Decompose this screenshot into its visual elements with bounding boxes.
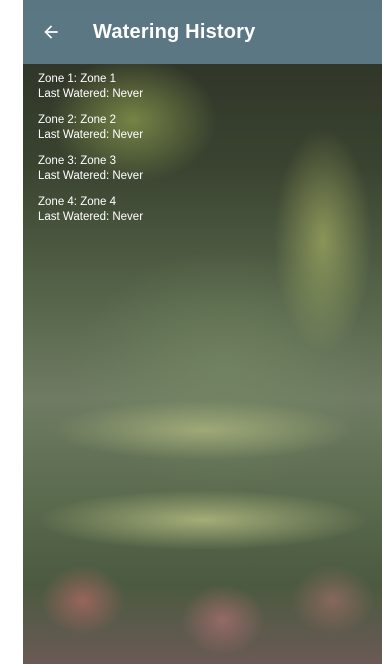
- zone-last-watered: Last Watered: Never: [38, 210, 144, 223]
- zone-item[interactable]: Zone 3: Zone 3 Last Watered: Never: [38, 154, 368, 183]
- zone-title: Zone 1: Zone 1: [38, 73, 116, 85]
- zone-last-watered: Last Watered: Never: [38, 87, 144, 100]
- page-title: Watering History: [93, 20, 256, 43]
- zone-item[interactable]: Zone 1: Zone 1 Last Watered: Never: [38, 72, 368, 101]
- zone-title: Zone 2: Zone 2: [38, 114, 116, 126]
- zone-title: Zone 3: Zone 3: [38, 155, 116, 167]
- watering-history-list: Zone 1: Zone 1 Last Watered: Never Zone …: [38, 72, 368, 236]
- app-screen: Watering History Zone 1: Zone 1 Last Wat…: [23, 0, 382, 664]
- zone-last-watered: Last Watered: Never: [38, 169, 144, 182]
- zone-title: Zone 4: Zone 4: [38, 196, 116, 208]
- zone-item[interactable]: Zone 4: Zone 4 Last Watered: Never: [38, 195, 368, 224]
- back-button[interactable]: [31, 12, 71, 52]
- app-bar: Watering History: [23, 0, 382, 64]
- zone-item[interactable]: Zone 2: Zone 2 Last Watered: Never: [38, 113, 368, 142]
- arrow-left-icon: [44, 25, 58, 39]
- zone-last-watered: Last Watered: Never: [38, 128, 144, 141]
